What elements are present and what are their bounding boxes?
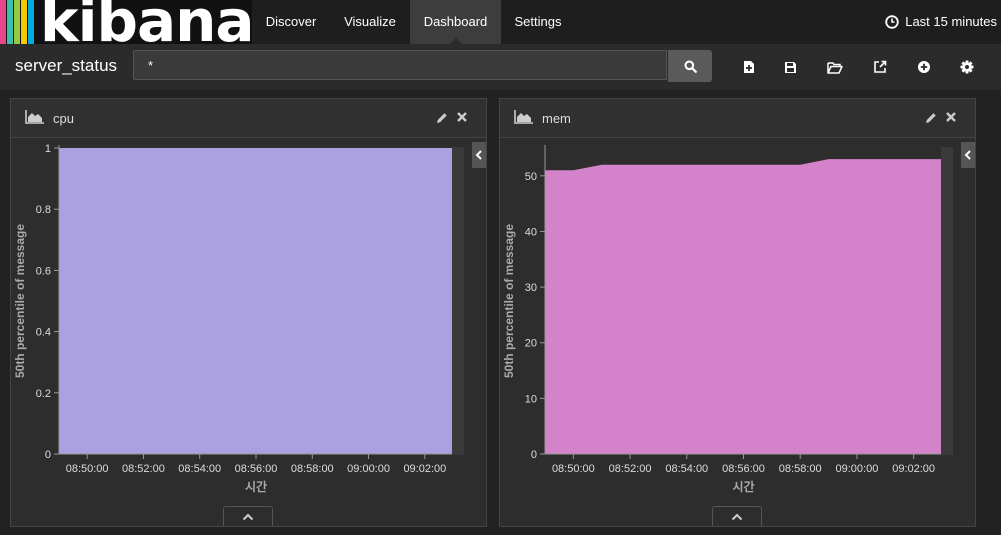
x-tick-label: 09:02:00	[892, 463, 935, 475]
logo-stripe	[0, 0, 6, 44]
panel-title: mem	[542, 111, 571, 126]
area-chart-icon	[25, 110, 44, 124]
legend-strip	[941, 147, 953, 455]
share-icon	[874, 60, 887, 73]
new-dashboard-icon	[744, 61, 754, 73]
panel-header: mem	[500, 99, 975, 138]
x-axis-title: 시간	[732, 479, 754, 494]
open-icon	[827, 61, 843, 74]
y-tick-label: 0.2	[36, 388, 51, 400]
x-tick-label: 08:58:00	[779, 463, 822, 475]
y-tick-label: 20	[525, 338, 537, 350]
share-dashboard-button[interactable]	[871, 58, 889, 76]
top-navbar: kibana Discover Visualize Dashboard Sett…	[0, 0, 1001, 44]
spy-toggle-button[interactable]	[222, 506, 273, 526]
kibana-logo[interactable]: kibana	[0, 0, 252, 44]
logo-stripe	[7, 0, 13, 44]
x-tick-label: 09:00:00	[836, 463, 879, 475]
spy-toggle-button[interactable]	[711, 506, 762, 526]
panel-title: cpu	[53, 111, 74, 126]
mem-area-chart: 0 10 20 30 40 50 08:50:00 08:52:00 08:54:00 08:56…	[502, 145, 942, 494]
pencil-icon[interactable]	[436, 112, 448, 124]
area-chart-icon	[514, 110, 533, 124]
y-tick-label: 0.8	[36, 204, 51, 216]
timepicker[interactable]: Last 15 minutes	[885, 0, 997, 44]
new-dashboard-button[interactable]	[740, 58, 758, 76]
logo-stripe	[28, 0, 34, 44]
add-panel-icon	[918, 61, 930, 73]
gear-icon	[960, 60, 974, 74]
search-input[interactable]	[133, 50, 667, 80]
x-tick-label: 08:50:00	[552, 463, 595, 475]
area-series-0	[545, 159, 942, 455]
logo-stripe	[21, 0, 27, 44]
save-dashboard-button[interactable]	[781, 58, 799, 76]
legend-toggle-button[interactable]	[961, 142, 975, 168]
y-tick-label: 0.4	[36, 327, 51, 339]
dashboard-title: server_status	[15, 56, 118, 75]
x-tick-label: 08:56:00	[722, 463, 765, 475]
clock-icon	[885, 15, 899, 29]
y-tick-label: 30	[525, 282, 537, 294]
add-panel-button[interactable]	[915, 58, 933, 76]
chevron-up-icon	[731, 513, 742, 520]
y-tick-label: 0	[45, 449, 51, 461]
x-tick-label: 08:54:00	[665, 463, 708, 475]
y-axis-title: 50th percentile of message	[502, 224, 516, 378]
nav-visualize[interactable]: Visualize	[330, 0, 410, 44]
search-button[interactable]	[668, 50, 712, 82]
chevron-left-icon	[475, 150, 482, 160]
search-icon	[684, 60, 697, 73]
panel-mem: mem 0 10 20 30 40 50 08:50:00 08:52:00 08:54:00 0…	[499, 98, 976, 527]
x-tick-label: 09:00:00	[347, 463, 390, 475]
nav-settings[interactable]: Settings	[502, 0, 574, 44]
nav-dashboard[interactable]: Dashboard	[410, 0, 501, 44]
timepicker-label: Last 15 minutes	[905, 14, 997, 29]
panel-header: cpu	[11, 99, 486, 138]
x-tick-label: 08:52:00	[122, 463, 165, 475]
cpu-area-chart: 0 0.2 0.4 0.6 0.8 1 08:50:00 08:52:00 08:54:00 08…	[13, 143, 453, 494]
close-icon[interactable]	[456, 111, 468, 123]
logo-stripe	[14, 0, 20, 44]
open-dashboard-button[interactable]	[826, 58, 844, 76]
y-tick-label: 50	[525, 171, 537, 183]
y-tick-label: 0.6	[36, 265, 51, 277]
dashboard-toolbar: server_status	[0, 44, 1001, 90]
x-tick-label: 08:56:00	[235, 463, 278, 475]
y-tick-label: 1	[45, 143, 51, 155]
y-tick-label: 0	[531, 449, 537, 461]
chevron-up-icon	[242, 513, 253, 520]
chevron-left-icon	[964, 150, 971, 160]
save-icon	[784, 61, 796, 73]
logo-text: kibana	[40, 0, 252, 44]
x-axis-title: 시간	[245, 479, 267, 494]
y-tick-label: 40	[525, 226, 537, 238]
x-tick-label: 08:58:00	[291, 463, 334, 475]
panel-cpu: cpu 0 0.2 0.4 0.6 0.8 1 08:50:00 08:52:00 08:54:…	[10, 98, 487, 527]
y-tick-label: 10	[525, 393, 537, 405]
legend-toggle-button[interactable]	[472, 142, 486, 168]
pencil-icon[interactable]	[925, 112, 937, 124]
x-tick-label: 08:50:00	[66, 463, 109, 475]
area-series-0	[59, 148, 453, 454]
x-tick-label: 08:54:00	[178, 463, 221, 475]
x-tick-label: 09:02:00	[403, 463, 446, 475]
dashboard-options-button[interactable]	[958, 58, 976, 76]
close-icon[interactable]	[945, 111, 957, 123]
nav-discover[interactable]: Discover	[253, 0, 329, 44]
x-tick-label: 08:52:00	[609, 463, 652, 475]
y-axis-title: 50th percentile of message	[13, 224, 27, 378]
legend-strip	[452, 147, 464, 455]
